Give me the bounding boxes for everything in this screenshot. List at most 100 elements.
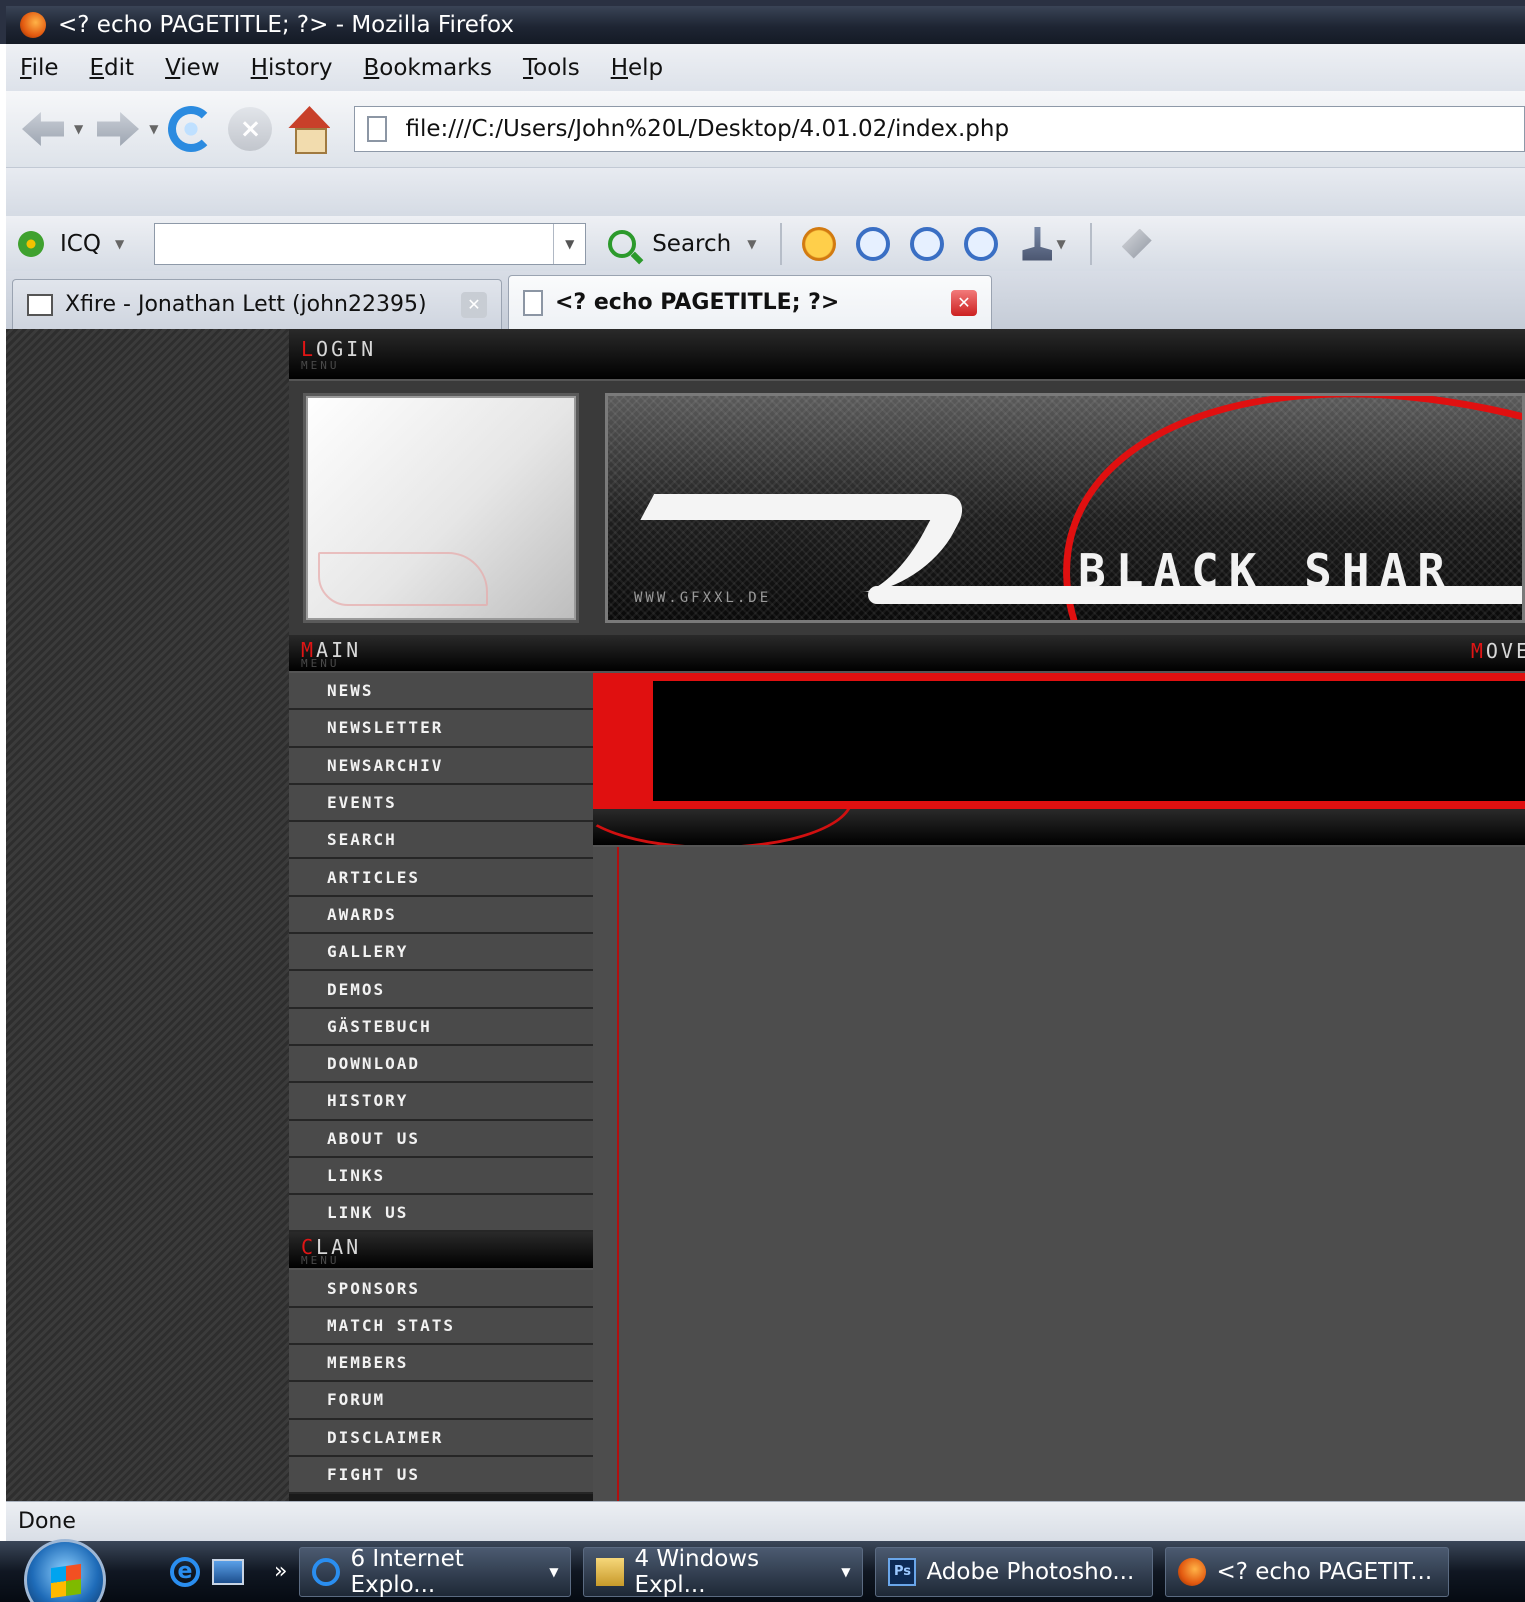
banner-title: BLACK SHAR xyxy=(1078,544,1455,598)
photoshop-icon: Ps xyxy=(888,1557,917,1586)
tab-title: <? echo PAGETITLE; ?> xyxy=(555,290,840,315)
taskbar-button-label: 4 Windows Expl... xyxy=(634,1545,760,1598)
clan-menu-item-members[interactable]: MEMBERS xyxy=(289,1345,593,1383)
taskbar-button-firefox[interactable]: <? echo PAGETIT... xyxy=(1165,1546,1450,1597)
banner-url: WWW.GFXXL.DE xyxy=(634,590,772,606)
site-main: BLACK SHAR WWW.GFXXL.DE Move xyxy=(593,329,1525,1501)
search-icon xyxy=(608,229,637,258)
red-swirl-graphic xyxy=(593,809,853,845)
firefox-icon xyxy=(1178,1557,1207,1586)
top-strip xyxy=(593,329,1525,381)
taskbar-group-windows-explorer[interactable]: 4 Windows Expl... ▼ xyxy=(583,1545,864,1598)
main-menu-item-awards[interactable]: AWARDS xyxy=(289,896,593,935)
main-menu-item-search[interactable]: SEARCH xyxy=(289,822,593,860)
forward-button[interactable] xyxy=(93,107,143,151)
menu-help[interactable]: Help xyxy=(611,55,663,81)
status-text: Done xyxy=(18,1509,76,1534)
main-menu-item-gallery[interactable]: GALLERY xyxy=(289,934,593,972)
icq-menu-dropdown[interactable]: ▼ xyxy=(115,237,124,251)
main-menu-item-gaestebuch[interactable]: GÄSTEBUCH xyxy=(289,1008,593,1046)
menu-bar: File Edit View History Bookmarks Tools H… xyxy=(6,44,1525,91)
page-icon xyxy=(367,116,388,142)
clan-menu-item-disclaimer[interactable]: DISCLAIMER xyxy=(289,1419,593,1457)
clan-menu-item-fight-us[interactable]: FIGHT US xyxy=(289,1456,593,1495)
reload-button[interactable] xyxy=(168,106,215,152)
zoom-out-icon[interactable] xyxy=(964,226,999,261)
main-menu-item-history[interactable]: HISTORY xyxy=(289,1083,593,1121)
icq-menu-button[interactable]: ICQ xyxy=(60,231,101,257)
back-button[interactable] xyxy=(18,107,68,151)
start-button[interactable] xyxy=(24,1538,106,1602)
icq-search-options-dropdown[interactable]: ▼ xyxy=(747,237,756,251)
icq-toolbar: ICQ ▼ ▼ Search ▼ ▼ xyxy=(6,216,1525,271)
clan-menu-item-match-stats[interactable]: MATCH STATS xyxy=(289,1307,593,1346)
content-divider xyxy=(593,809,1525,847)
main-menu: NEWS NEWSLETTER NEWSARCHIV EVENTS SEARCH… xyxy=(289,673,593,1233)
menu-file[interactable]: File xyxy=(20,55,59,81)
main-menu-item-articles[interactable]: ARTICLES xyxy=(289,859,593,897)
eraser-icon[interactable] xyxy=(1121,228,1152,259)
firefox-icon xyxy=(20,12,46,38)
tab-close-icon[interactable]: ✕ xyxy=(951,289,977,316)
show-desktop-icon[interactable] xyxy=(212,1558,244,1585)
ie-icon xyxy=(312,1557,341,1586)
menu-view[interactable]: View xyxy=(165,55,220,81)
games-joystick-icon[interactable] xyxy=(1022,226,1053,261)
main-menu-item-newsletter[interactable]: NEWSLETTER xyxy=(289,710,593,748)
main-menu-item-download[interactable]: DOWNLOAD xyxy=(289,1045,593,1084)
tab-bar: Xfire - Jonathan Lett (john22395) ✕ <? e… xyxy=(6,271,1525,329)
home-icon xyxy=(286,106,332,154)
login-heading: Login xyxy=(301,337,377,361)
group-dropdown-arrow: ▼ xyxy=(841,1564,851,1579)
tab-xfire[interactable]: Xfire - Jonathan Lett (john22395) ✕ xyxy=(12,279,502,329)
taskbar-button-photoshop[interactable]: Ps Adobe Photosho... xyxy=(875,1546,1154,1597)
login-panel[interactable] xyxy=(303,393,579,623)
icq-search-dropdown[interactable]: ▼ xyxy=(553,223,585,264)
games-dropdown[interactable]: ▼ xyxy=(1056,237,1065,251)
quicklaunch-ie-icon[interactable]: e xyxy=(170,1556,200,1587)
news-heading: Move xyxy=(1470,639,1525,663)
menu-history[interactable]: History xyxy=(251,55,333,81)
forward-history-dropdown[interactable]: ▼ xyxy=(149,122,158,136)
main-menu-item-newsarchiv[interactable]: NEWSARCHIV xyxy=(289,747,593,785)
toolbar-separator xyxy=(780,222,783,265)
zoom-reset-icon[interactable] xyxy=(910,226,945,261)
main-menu-item-link-us[interactable]: LINK US xyxy=(289,1195,593,1233)
tab-active-page[interactable]: <? echo PAGETITLE; ?> ✕ xyxy=(508,275,992,329)
home-button[interactable] xyxy=(286,106,332,154)
clan-menu-item-sponsors[interactable]: SPONSORS xyxy=(289,1270,593,1308)
stop-icon: × xyxy=(228,107,273,151)
toolbar-separator xyxy=(1089,222,1092,265)
tab-close-icon[interactable]: ✕ xyxy=(461,291,487,318)
smiley-icon[interactable] xyxy=(802,226,837,261)
icq-search-button[interactable]: Search xyxy=(652,231,731,257)
icq-flower-icon xyxy=(16,228,46,259)
menu-bookmarks[interactable]: Bookmarks xyxy=(363,55,492,81)
banner-image: BLACK SHAR WWW.GFXXL.DE xyxy=(605,393,1525,623)
bookmarks-toolbar xyxy=(6,167,1525,216)
navigation-toolbar: ▼ ▼ × file:///C:/Users/John%20L/Desktop/… xyxy=(6,91,1525,167)
address-bar[interactable]: file:///C:/Users/John%20L/Desktop/4.01.0… xyxy=(354,106,1525,152)
menu-tools[interactable]: Tools xyxy=(523,55,580,81)
status-bar: Done xyxy=(6,1501,1525,1541)
taskbar-group-internet-explorer[interactable]: 6 Internet Explo... ▼ xyxy=(299,1546,572,1598)
content-border-line xyxy=(617,847,619,1501)
quicklaunch-more-chevron[interactable]: » xyxy=(274,1559,287,1584)
news-block-header: Move xyxy=(593,635,1525,673)
back-history-dropdown[interactable]: ▼ xyxy=(74,122,83,136)
taskbar-button-label: <? echo PAGETIT... xyxy=(1216,1558,1433,1585)
faded-logo-icon xyxy=(318,552,488,606)
main-menu-item-events[interactable]: EVENTS xyxy=(289,784,593,823)
icq-search-input[interactable]: ▼ xyxy=(154,222,587,265)
zoom-in-icon[interactable] xyxy=(856,226,891,261)
main-menu-item-demos[interactable]: DEMOS xyxy=(289,971,593,1009)
menu-edit[interactable]: Edit xyxy=(90,55,135,81)
main-menu-item-about-us[interactable]: ABOUT US xyxy=(289,1120,593,1158)
reload-icon xyxy=(168,106,215,152)
clan-menu-item-forum[interactable]: FORUM xyxy=(289,1382,593,1420)
main-menu-item-news[interactable]: NEWS xyxy=(289,673,593,711)
news-box xyxy=(593,673,1525,809)
main-menu-item-links[interactable]: LINKS xyxy=(289,1157,593,1196)
stop-button[interactable]: × xyxy=(228,107,273,151)
taskbar-button-label: Adobe Photosho... xyxy=(926,1558,1135,1585)
